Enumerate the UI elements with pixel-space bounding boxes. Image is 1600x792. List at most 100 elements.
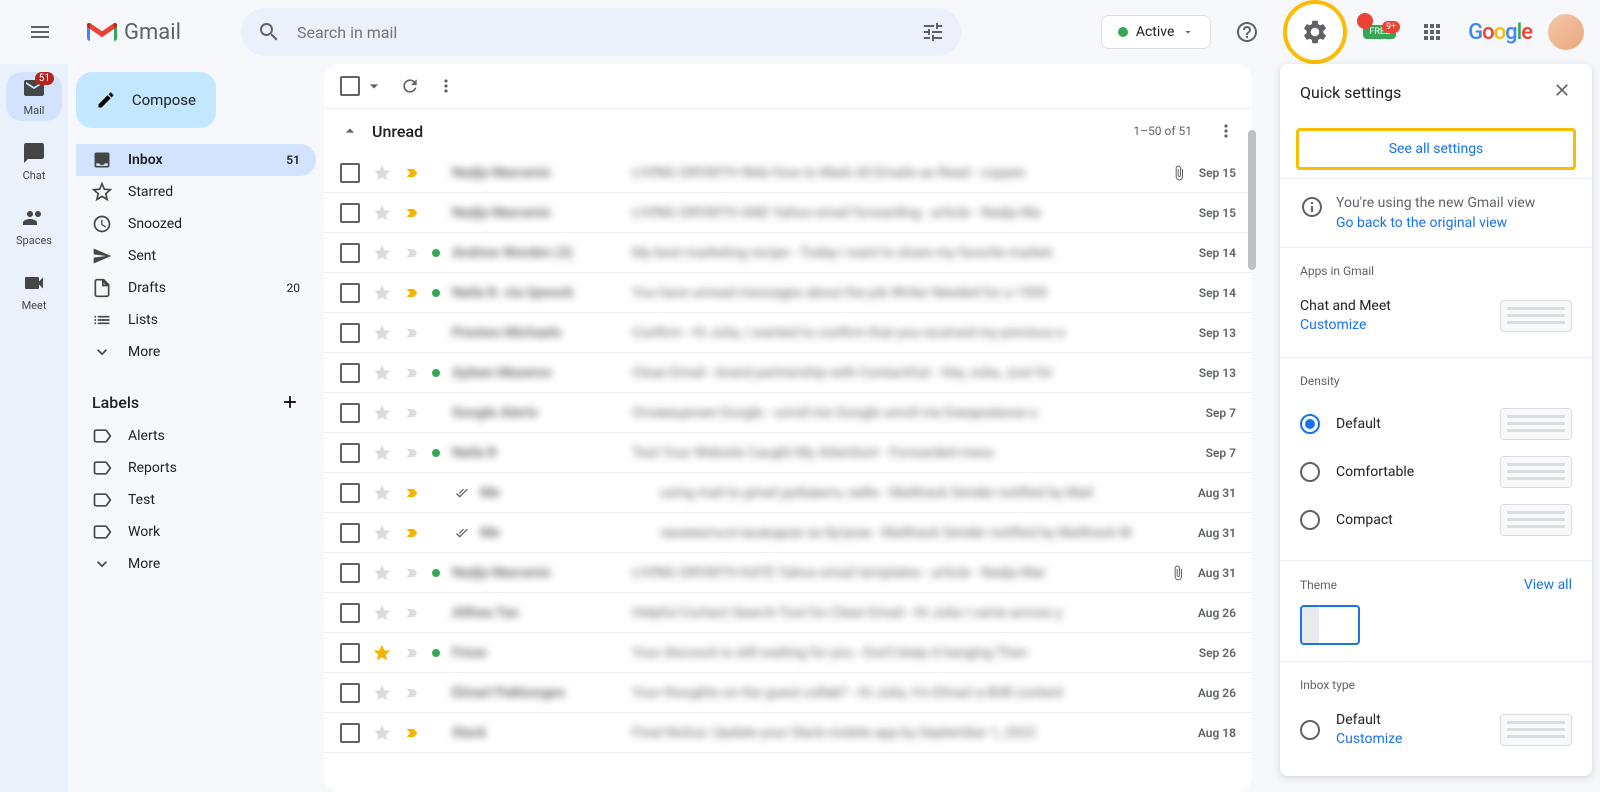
- email-row[interactable]: Ayleen Mazerov Clean Email - brand partn…: [324, 353, 1252, 393]
- compose-button[interactable]: Compose: [76, 72, 216, 128]
- star-icon[interactable]: [372, 283, 392, 303]
- search-options-icon[interactable]: [921, 20, 945, 44]
- settings-button-highlight[interactable]: [1283, 0, 1347, 64]
- importance-icon[interactable]: [404, 245, 420, 261]
- email-checkbox[interactable]: [340, 683, 360, 703]
- email-checkbox[interactable]: [340, 603, 360, 623]
- star-icon[interactable]: [372, 483, 392, 503]
- importance-icon[interactable]: [404, 565, 420, 581]
- email-row[interactable]: Naila R. via Upwork You have unread mess…: [324, 273, 1252, 313]
- email-row[interactable]: Andrew Worden (3) My best marketing reci…: [324, 233, 1252, 273]
- apps-button[interactable]: [1412, 12, 1452, 52]
- density-radio-default[interactable]: [1300, 414, 1320, 434]
- select-all-checkbox[interactable]: [340, 76, 384, 96]
- star-icon[interactable]: [372, 563, 392, 583]
- email-checkbox[interactable]: [340, 523, 360, 543]
- nav-snoozed[interactable]: Snoozed: [76, 208, 316, 240]
- email-row[interactable]: Althea Tan Helpful Contact Search Tool f…: [324, 593, 1252, 633]
- label-reports[interactable]: Reports: [76, 452, 316, 484]
- close-settings-button[interactable]: [1552, 80, 1572, 104]
- label-test[interactable]: Test: [76, 484, 316, 516]
- email-checkbox[interactable]: [340, 723, 360, 743]
- view-all-themes-link[interactable]: View all: [1524, 577, 1572, 593]
- main-menu-button[interactable]: [16, 8, 64, 56]
- email-checkbox[interactable]: [340, 203, 360, 223]
- email-row[interactable]: Me using mail to gmail добавить либо - M…: [324, 473, 1252, 513]
- importance-icon[interactable]: [404, 485, 420, 501]
- importance-icon[interactable]: [404, 605, 420, 621]
- star-icon[interactable]: [372, 523, 392, 543]
- inbox-default-radio[interactable]: [1300, 720, 1320, 740]
- more-button[interactable]: [436, 76, 456, 96]
- nav-lists[interactable]: Lists: [76, 304, 316, 336]
- google-logo[interactable]: Google: [1468, 20, 1532, 45]
- email-row[interactable]: Freze Your discount is still waiting for…: [324, 633, 1252, 673]
- label-work[interactable]: Work: [76, 516, 316, 548]
- nav-drafts[interactable]: Drafts20: [76, 272, 316, 304]
- email-row[interactable]: Naila R Test Your Website Caught My Atte…: [324, 433, 1252, 473]
- gmail-logo[interactable]: Gmail: [84, 18, 181, 46]
- section-more-button[interactable]: [1216, 121, 1236, 141]
- email-row[interactable]: Preston Michaels Confirm - Hi Julia, I w…: [324, 313, 1252, 353]
- search-input[interactable]: [297, 23, 921, 42]
- email-checkbox[interactable]: [340, 163, 360, 183]
- email-row[interactable]: Slack Final Notice: Update your Slack mo…: [324, 713, 1252, 753]
- label-more[interactable]: More: [76, 548, 316, 580]
- importance-icon[interactable]: [404, 205, 420, 221]
- star-icon[interactable]: [372, 403, 392, 423]
- support-button[interactable]: [1227, 12, 1267, 52]
- customize-chat-link[interactable]: Customize: [1300, 317, 1366, 333]
- collapse-icon[interactable]: [340, 121, 360, 141]
- email-row[interactable]: Elmarl Pakkonges Your thoughts on the gu…: [324, 673, 1252, 713]
- email-row[interactable]: Me заниматься выводом за бугром - Mailtr…: [324, 513, 1252, 553]
- email-checkbox[interactable]: [340, 443, 360, 463]
- go-back-link[interactable]: Go back to the original view: [1336, 215, 1535, 231]
- importance-icon[interactable]: [404, 445, 420, 461]
- rail-meet[interactable]: Meet: [6, 267, 62, 316]
- star-icon[interactable]: [372, 443, 392, 463]
- email-row[interactable]: Nadja Marcenin LIVING GROWTH Web How to …: [324, 153, 1252, 193]
- email-row[interactable]: Google Alerts Оповещение Google - unroll…: [324, 393, 1252, 433]
- email-checkbox[interactable]: [340, 363, 360, 383]
- star-icon[interactable]: [372, 363, 392, 383]
- density-radio-compact[interactable]: [1300, 510, 1320, 530]
- customize-inbox-link[interactable]: Customize: [1336, 731, 1402, 747]
- free-badge[interactable]: FREE: [1363, 25, 1396, 39]
- star-icon[interactable]: [372, 203, 392, 223]
- label-alerts[interactable]: Alerts: [76, 420, 316, 452]
- nav-more[interactable]: More: [76, 336, 316, 368]
- density-radio-comfortable[interactable]: [1300, 462, 1320, 482]
- email-row[interactable]: Nadja Marcenin LIVING GROWTH AND Yahoo e…: [324, 193, 1252, 233]
- refresh-button[interactable]: [400, 76, 420, 96]
- importance-icon[interactable]: [404, 165, 420, 181]
- importance-icon[interactable]: [404, 325, 420, 341]
- email-checkbox[interactable]: [340, 643, 360, 663]
- star-icon[interactable]: [372, 603, 392, 623]
- email-checkbox[interactable]: [340, 563, 360, 583]
- email-checkbox[interactable]: [340, 243, 360, 263]
- scrollbar[interactable]: [1248, 130, 1256, 270]
- nav-starred[interactable]: Starred: [76, 176, 316, 208]
- star-icon[interactable]: [372, 243, 392, 263]
- star-icon[interactable]: [372, 723, 392, 743]
- status-chip[interactable]: Active: [1101, 15, 1212, 49]
- rail-chat[interactable]: Chat: [6, 137, 62, 186]
- see-all-settings-button[interactable]: See all settings: [1296, 128, 1576, 170]
- search-bar[interactable]: [241, 8, 961, 56]
- add-label-icon[interactable]: [280, 392, 300, 412]
- nav-inbox[interactable]: Inbox51: [76, 144, 316, 176]
- importance-icon[interactable]: [404, 645, 420, 661]
- email-checkbox[interactable]: [340, 283, 360, 303]
- star-icon[interactable]: [372, 683, 392, 703]
- star-icon[interactable]: [372, 643, 392, 663]
- importance-icon[interactable]: [404, 285, 420, 301]
- account-avatar[interactable]: [1548, 14, 1584, 50]
- importance-icon[interactable]: [404, 405, 420, 421]
- importance-icon[interactable]: [404, 725, 420, 741]
- email-checkbox[interactable]: [340, 323, 360, 343]
- importance-icon[interactable]: [404, 525, 420, 541]
- star-icon[interactable]: [372, 163, 392, 183]
- rail-spaces[interactable]: Spaces: [6, 202, 62, 251]
- email-row[interactable]: Nadja Marcenin LIVING GROWTH KATE Yahoo …: [324, 553, 1252, 593]
- importance-icon[interactable]: [404, 685, 420, 701]
